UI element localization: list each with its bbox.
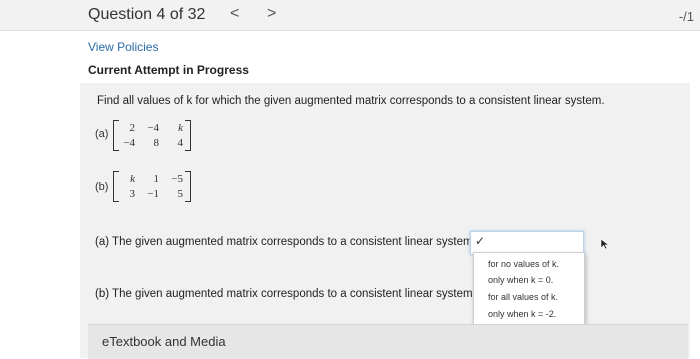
matrix-cell: −5 [171,173,183,185]
question-number: Question 4 of 32 [88,6,206,23]
etextbook-media-section[interactable]: eTextbook and Media [88,324,688,359]
previous-question-icon[interactable]: < [230,5,239,23]
option-no-values[interactable]: for no values of k. [488,259,559,269]
question-header: Question 4 of 32 < > -/1 [0,0,700,31]
attempt-status: Current Attempt in Progress [88,63,249,77]
matrix-cell: 4 [177,137,184,149]
check-icon: ✓ [475,234,486,248]
question-score: -/1 [678,9,694,24]
matrix-cell: −4 [123,137,135,149]
view-policies-link[interactable]: View Policies [88,40,158,54]
matrix-a: 2 −4 k −4 8 4 [113,120,191,151]
option-k-equals-0[interactable]: only when k = 0. [488,275,553,285]
etextbook-media-label: eTextbook and Media [102,334,226,349]
option-all-values[interactable]: for all values of k. [488,292,558,302]
part-b-label: (b) [95,181,109,193]
mouse-pointer-icon [600,238,610,250]
matrix-cell: 2 [129,122,136,134]
question-prompt: Find all values of k for which the given… [97,95,605,107]
matrix-cell: −1 [147,188,159,200]
matrix-cell: 3 [129,188,136,200]
matrix-cell: 5 [177,188,184,200]
answer-b-text: (b) The given augmented matrix correspon… [95,288,473,300]
matrix-cell: −4 [147,122,159,134]
next-question-icon[interactable]: > [267,5,276,23]
matrix-b: k 1 −5 3 −1 5 [113,171,191,202]
matrix-cell: k [178,122,183,134]
answer-a-text: (a) The given augmented matrix correspon… [95,236,473,248]
matrix-cell: 1 [153,173,160,185]
matrix-cell: k [130,173,135,185]
matrix-cell: 8 [153,137,160,149]
part-a-label: (a) [95,128,109,140]
option-k-equals-neg2[interactable]: only when k = -2. [488,309,556,319]
dropdown-options-list: for no values of k. only when k = 0. for… [473,252,585,326]
